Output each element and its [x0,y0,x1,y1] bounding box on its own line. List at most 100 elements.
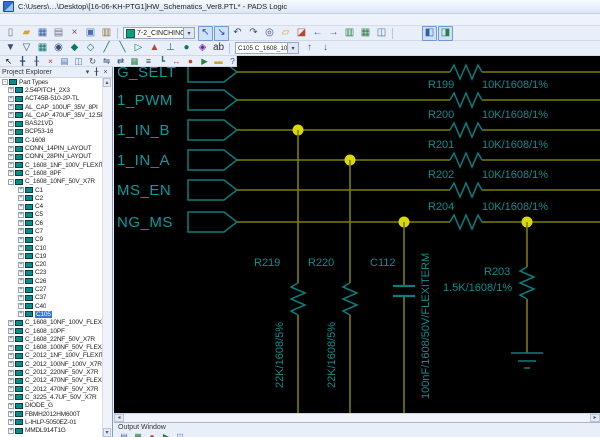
delete-icon[interactable]: × [44,55,57,68]
macro-play-icon[interactable]: ▶ [198,55,211,68]
tree-item[interactable]: + C23 [0,269,103,277]
expander-icon[interactable]: + [8,352,14,359]
tree-item[interactable]: + C26 [0,277,103,285]
scroll-right-icon[interactable]: ▸ [590,414,600,422]
expander-icon[interactable]: + [8,377,14,384]
new-file-icon[interactable]: ▯ [3,26,18,41]
expander-icon[interactable]: + [18,286,24,293]
refdes-label[interactable]: R204 [428,201,454,213]
expander-icon[interactable]: + [18,187,24,193]
move-icon[interactable]: ╋ [16,55,29,68]
net-connector-1-in-b[interactable] [187,119,239,141]
tree-item[interactable]: + MMDL914T1G [0,426,103,434]
redraw-icon[interactable]: ◪ [294,26,309,41]
expander-icon[interactable]: + [18,278,24,285]
resistor-r202[interactable] [449,181,483,199]
tree-item[interactable]: + C20 [0,261,103,269]
selection-filter-icon[interactable]: ▼ [3,41,18,56]
macro-record-icon[interactable]: ● [184,55,197,68]
expander-icon[interactable]: + [8,112,14,119]
expander-icon[interactable]: + [8,369,14,376]
output-run-icon[interactable]: ▶ [160,431,172,437]
close-icon[interactable]: × [101,69,110,76]
layout-editor-icon[interactable]: ◨ [438,25,453,41]
tree-item[interactable]: + C_1608_1NF_100V_FLEXITERM [0,161,103,169]
resistor-r200[interactable] [449,121,483,139]
tree-item[interactable]: + ACT45B-510-2P-TL [0,95,103,103]
expander-icon[interactable]: + [8,162,14,169]
capacitor-c112[interactable] [393,284,415,298]
step-repeat-icon[interactable]: ▦ [128,55,141,68]
zoom-icon[interactable]: ◎ [262,26,277,41]
expander-icon[interactable]: + [18,228,24,235]
expander-icon[interactable]: + [18,294,24,301]
refdes-label[interactable]: R200 [428,109,454,121]
tree-item[interactable]: + C6 [0,219,103,227]
expander-icon[interactable]: + [8,344,14,351]
tree-item[interactable]: + C_1608_10NF_100V_FLEXITERM [0,319,103,327]
output-record-icon[interactable]: ● [146,431,158,437]
tree-item[interactable]: + C-1608 [0,136,103,144]
resistor-r204[interactable] [449,213,483,231]
expander-icon[interactable]: + [18,220,24,227]
part-combo[interactable]: C105 C_1608_10NF_50V_ ▾ [235,42,299,54]
ground-symbol-icon[interactable]: ⊥ [163,41,178,56]
route-icon[interactable]: ┗ [156,55,169,68]
next-icon[interactable]: ↓ [318,41,333,56]
resistor-top-partial[interactable] [449,63,483,81]
copy-icon[interactable]: ▣ [83,26,98,41]
expander-icon[interactable]: + [8,170,14,177]
decals-icon[interactable]: ▦ [35,41,50,56]
paste-icon[interactable]: ▥ [99,26,114,41]
refdes-label[interactable]: R201 [428,139,454,151]
view-sheet-icon[interactable]: ▱ [278,26,293,41]
net-connector-1-in-a[interactable] [187,149,239,171]
tree-item[interactable]: + C19 [0,252,103,260]
select-arrow-icon[interactable]: ↖ [2,55,15,68]
expander-icon[interactable]: + [8,411,14,418]
refdes-label[interactable]: R203 [484,266,510,278]
save-icon[interactable]: ▦ [35,26,50,41]
refdes-label[interactable]: R199 [428,79,454,91]
value-label[interactable]: 10K/1608/1% [482,79,548,91]
gate-add-icon[interactable]: ◆ [67,41,82,56]
refdes-label[interactable]: R202 [428,169,454,181]
net-label[interactable]: 1_IN_A [117,152,170,169]
expander-icon[interactable]: + [18,245,24,252]
part-add-icon[interactable]: ◇ [83,41,98,56]
expander-icon[interactable]: + [8,104,14,111]
ground-symbol[interactable] [511,352,543,369]
output-save-icon[interactable]: ▤ [118,431,130,437]
tree-item[interactable]: + AL_CAP_470UF_35V_12.5PI [0,111,103,119]
tree-item[interactable]: + C_2012_470NF_50V_X7R [0,385,103,393]
expander-icon[interactable]: - [2,79,8,86]
print-icon[interactable]: ▤ [51,26,66,41]
resistor-r203[interactable] [518,266,536,300]
measure-icon[interactable]: ↔ [170,55,183,68]
value-label[interactable]: 10K/1608/1% [482,139,548,151]
swap-icon[interactable]: ⇄ [114,55,127,68]
schematic-editor-icon[interactable]: ◧ [422,25,437,41]
expander-icon[interactable]: + [8,145,14,152]
tree-item[interactable]: + C_2012_1NF_100V_FLEXITERM [0,352,103,360]
tree-item[interactable]: + CONN_28PIN_LAYOUT [0,153,103,161]
expander-icon[interactable]: - [8,178,14,185]
chevron-down-icon[interactable]: ▾ [287,43,298,53]
panel-menu-icon[interactable]: ▾ [83,68,92,76]
tree-item[interactable]: + C9 [0,236,103,244]
expander-icon[interactable]: + [8,95,14,102]
expander-icon[interactable]: + [18,211,24,218]
expander-icon[interactable]: + [8,386,14,393]
properties-icon[interactable]: ▤ [58,55,71,68]
help-icon[interactable]: ? [226,55,239,68]
wire-add-icon[interactable]: ╱ [99,41,114,56]
previous-icon[interactable]: ↑ [302,41,317,56]
off-page-icon[interactable]: ▷ [131,41,146,56]
tree-item[interactable]: + C10 [0,244,103,252]
expander-icon[interactable]: + [8,328,14,335]
resistor-r201[interactable] [449,151,483,169]
expander-icon[interactable]: + [8,394,14,401]
expander-icon[interactable]: + [8,120,14,127]
scroll-left-icon[interactable]: ◂ [114,414,124,422]
back-icon[interactable]: ← [310,26,325,41]
